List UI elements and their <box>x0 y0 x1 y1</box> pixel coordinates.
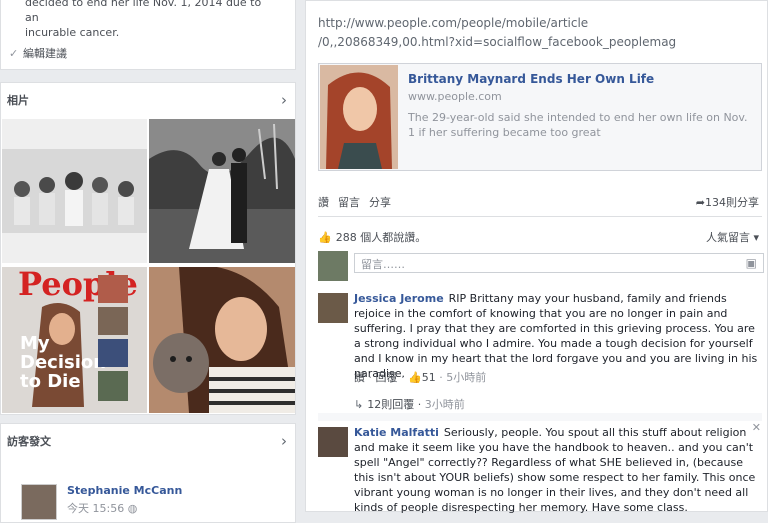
close-icon[interactable]: ✕ <box>752 421 761 434</box>
visitor-posts-title: 訪客發文 <box>7 435 51 448</box>
avatar[interactable] <box>318 251 348 281</box>
comment-separator <box>318 413 762 421</box>
shared-link-domain: www.people.com <box>408 90 502 103</box>
post-card: http://www.people.com/people/mobile/arti… <box>305 0 768 515</box>
replies-time: 3小時前 <box>424 398 465 411</box>
visitor-posts-card: 訪客發文 › Stephanie McCann 今天 15:56 ◍ <box>0 423 296 523</box>
headline-2: Decision <box>20 352 106 373</box>
comment-like-count[interactable]: 51 <box>422 371 436 384</box>
edit-suggestion-link[interactable]: ✓ 編輯建議 <box>9 45 67 61</box>
shared-link-description: The 29-year-old said she intended to end… <box>408 111 748 139</box>
share-arrow-icon: ➦ <box>695 196 705 209</box>
comment-like-button[interactable]: 讚 <box>354 371 365 384</box>
thumbs-up-icon: 👍 <box>318 231 332 244</box>
comment-reply-button[interactable]: 回覆 <box>376 371 398 384</box>
avatar[interactable] <box>318 427 348 457</box>
globe-icon: ◍ <box>127 502 138 515</box>
photos-header[interactable]: 相片 › <box>1 83 295 117</box>
comment-body: Jessica Jerome RIP Brittany may your husb… <box>354 291 762 381</box>
camera-icon[interactable]: ▣ <box>746 256 757 270</box>
visitor-posts-header[interactable]: 訪客發文 › <box>1 424 295 458</box>
photo-wedding-image <box>149 119 295 263</box>
edit-suggestion-label: 編輯建議 <box>23 47 67 60</box>
thumbs-up-icon: 👍 <box>408 371 422 384</box>
shares-count-text: 134則分享 <box>705 196 759 209</box>
comment-author[interactable]: Katie Malfatti <box>354 426 439 439</box>
woman-dog-image <box>149 267 295 413</box>
intro-line-2: incurable cancer. <box>25 26 120 39</box>
photo-wedding-couple[interactable] <box>149 119 295 263</box>
visitor-time[interactable]: 今天 15:56 ◍ <box>67 500 137 516</box>
comment-input[interactable]: 留言…… ▣ <box>354 253 764 273</box>
comment-sort-dropdown[interactable]: 人氣留言 ▾ <box>706 229 759 245</box>
photo-magazine-cover[interactable]: People My Decision to Die <box>2 267 147 413</box>
comment-button[interactable]: 留言 <box>338 194 360 210</box>
comment-meta: 讚 · 回覆 · 👍51 · 5小時前 <box>354 371 487 384</box>
shares-count[interactable]: ➦134則分享 <box>696 194 759 210</box>
photo-group-image <box>2 119 147 263</box>
photo-group-bridesmaids[interactable] <box>2 119 147 263</box>
chevron-right-icon: › <box>281 432 287 450</box>
comment-item: Katie Malfatti Seriously, people. You spo… <box>318 425 762 515</box>
comment-time[interactable]: 5小時前 <box>446 371 486 384</box>
left-column: decided to end her life Nov. 1, 2014 due… <box>0 0 296 523</box>
shared-link-thumbnail[interactable] <box>320 65 398 169</box>
visitor-name[interactable]: Stephanie McCann <box>67 484 182 497</box>
intro-text: decided to end her life Nov. 1, 2014 due… <box>25 0 275 40</box>
comment-text: Seriously, people. You spout all this st… <box>354 426 756 514</box>
caret-down-icon: ▾ <box>753 231 759 244</box>
url-line-1: http://www.people.com/people/mobile/arti… <box>318 16 589 30</box>
intro-card: decided to end her life Nov. 1, 2014 due… <box>0 0 296 70</box>
likes-text: 288 個人都說讚。 <box>335 231 427 244</box>
chevron-right-icon: › <box>281 91 287 109</box>
headline-3: to Die <box>20 371 81 392</box>
replies-count: 12則回覆 <box>367 398 415 411</box>
avatar[interactable] <box>318 293 348 323</box>
view-replies-link[interactable]: ↳ 12則回覆 · 3小時前 <box>354 396 465 412</box>
divider <box>318 216 762 217</box>
comment-author[interactable]: Jessica Jerome <box>354 292 444 305</box>
intro-line-1: decided to end her life Nov. 1, 2014 due… <box>25 0 262 24</box>
headline-1: My <box>20 333 50 354</box>
comment-placeholder: 留言…… <box>361 258 405 271</box>
comment-text: RIP Brittany may your husband, family an… <box>354 292 758 380</box>
comment-item: Jessica Jerome RIP Brittany may your husb… <box>318 291 762 391</box>
comment-body: Katie Malfatti Seriously, people. You spo… <box>354 425 762 515</box>
post-actions: 讚 留言 分享 <box>318 194 391 210</box>
photo-woman-dog[interactable] <box>149 267 295 413</box>
url-line-2: /0,,20868349,00.html?xid=socialflow_face… <box>318 35 677 49</box>
sort-label: 人氣留言 <box>705 231 750 244</box>
like-button[interactable]: 讚 <box>318 194 329 210</box>
share-button[interactable]: 分享 <box>369 194 391 210</box>
photos-card: 相片 › People My Decision to Die <box>0 82 296 415</box>
visitor-time-text: 今天 15:56 <box>67 502 125 515</box>
check-icon: ✓ <box>9 46 19 60</box>
shared-link-title[interactable]: Brittany Maynard Ends Her Own Life <box>408 72 654 86</box>
likes-summary[interactable]: 👍 288 個人都說讚。 <box>318 229 426 245</box>
magazine-cover-image: People My Decision to Die <box>2 267 147 413</box>
avatar[interactable] <box>21 484 57 520</box>
post-link-text[interactable]: http://www.people.com/people/mobile/arti… <box>318 14 738 52</box>
reply-icon: ↳ <box>354 398 364 411</box>
portrait-image <box>320 65 398 169</box>
photos-title: 相片 <box>7 94 29 107</box>
shared-link-preview[interactable]: Brittany Maynard Ends Her Own Life www.p… <box>318 63 762 171</box>
